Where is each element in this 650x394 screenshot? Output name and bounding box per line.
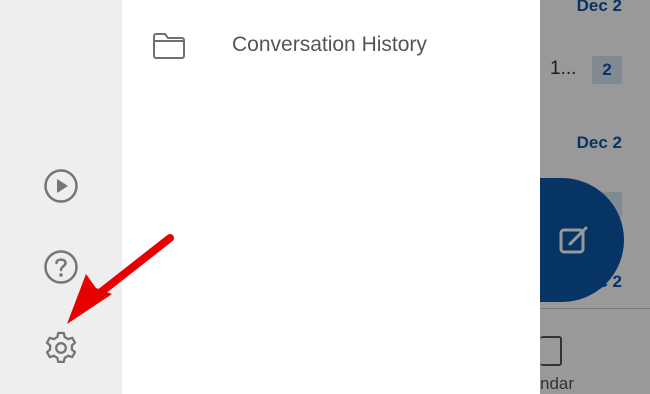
folder-icon	[153, 33, 185, 59]
drawer-icon-rail	[0, 0, 122, 394]
folder-label: Conversation History	[232, 33, 427, 56]
drawer-scrim[interactable]	[540, 0, 650, 394]
folder-list-panel: Conversation History	[122, 0, 540, 394]
help-icon[interactable]	[43, 249, 79, 285]
settings-icon[interactable]	[43, 330, 79, 366]
play-icon[interactable]	[43, 168, 79, 204]
folder-item-conversation-history[interactable]: Conversation History	[122, 20, 540, 72]
